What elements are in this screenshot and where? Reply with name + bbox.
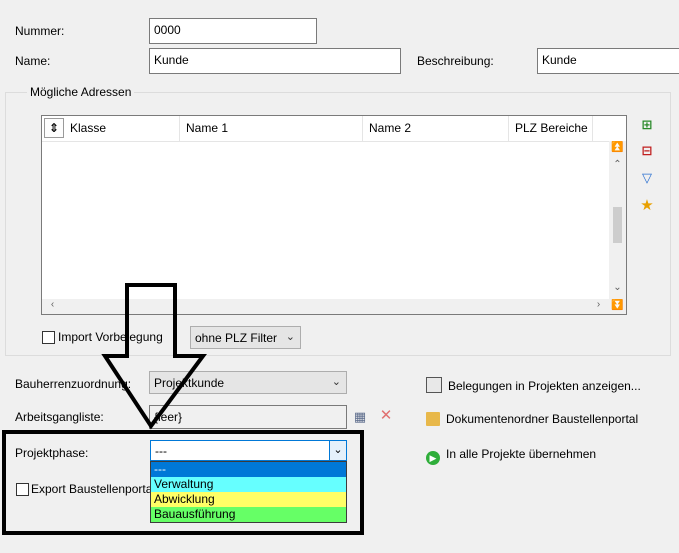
filter-icon[interactable]: ▽	[639, 170, 655, 186]
clear-icon[interactable]: ✕	[378, 408, 394, 424]
scroll-down-icon[interactable]: ⌄	[609, 282, 626, 293]
scroll-top-icon[interactable]: ⏫	[609, 142, 626, 153]
scroll-thumb[interactable]	[613, 207, 622, 243]
addresses-group-title: Mögliche Adressen	[27, 85, 135, 99]
belegungen-button[interactable]: Belegungen in Projekten anzeigen...	[426, 377, 641, 393]
chevron-down-icon: ⌄	[285, 331, 295, 343]
column-header-klasse[interactable]: Klasse	[64, 116, 180, 141]
chevron-down-icon: ⌄	[331, 376, 341, 388]
sort-toggle-icon[interactable]: ⇕	[44, 118, 64, 138]
column-header-plz[interactable]: PLZ Bereiche	[509, 116, 593, 141]
star-icon[interactable]: ★	[639, 198, 655, 214]
name-label: Name:	[15, 54, 51, 68]
play-icon: ▶	[426, 451, 440, 465]
arbeitsgang-label: Arbeitsgangliste:	[15, 410, 104, 424]
nummer-field[interactable]: 0000	[149, 18, 317, 44]
folder-icon	[426, 412, 440, 426]
name-field[interactable]: Kunde	[149, 48, 401, 74]
remove-row-icon[interactable]: ⊟	[639, 143, 655, 159]
vertical-scrollbar[interactable]: ⏫ ⌃ ⌄	[609, 141, 626, 299]
import-checkbox[interactable]	[42, 331, 55, 344]
column-header-name1[interactable]: Name 1	[180, 116, 363, 141]
scroll-bottom-icon[interactable]: ⏬	[609, 299, 626, 314]
card-icon	[426, 377, 442, 393]
alle-projekte-button[interactable]: ▶ In alle Projekte übernehmen	[426, 447, 596, 465]
list-header: ⇕ Klasse Name 1 Name 2 PLZ Bereiche	[42, 116, 626, 142]
add-row-icon[interactable]: ⊞	[639, 117, 655, 133]
annotation-frame	[2, 430, 364, 535]
scroll-left-icon[interactable]: ‹	[44, 299, 61, 310]
scroll-up-icon[interactable]: ⌃	[609, 159, 626, 170]
beschreibung-field[interactable]: Kunde	[537, 48, 679, 74]
annotation-arrow-icon	[101, 283, 207, 430]
table-icon[interactable]: ▦	[352, 409, 368, 425]
column-header-name2[interactable]: Name 2	[363, 116, 509, 141]
scroll-right-icon[interactable]: ›	[590, 299, 607, 310]
nummer-label: Nummer:	[15, 24, 65, 38]
beschreibung-label: Beschreibung:	[417, 54, 494, 68]
dokumentenordner-button[interactable]: Dokumentenordner Baustellenportal	[426, 412, 638, 426]
